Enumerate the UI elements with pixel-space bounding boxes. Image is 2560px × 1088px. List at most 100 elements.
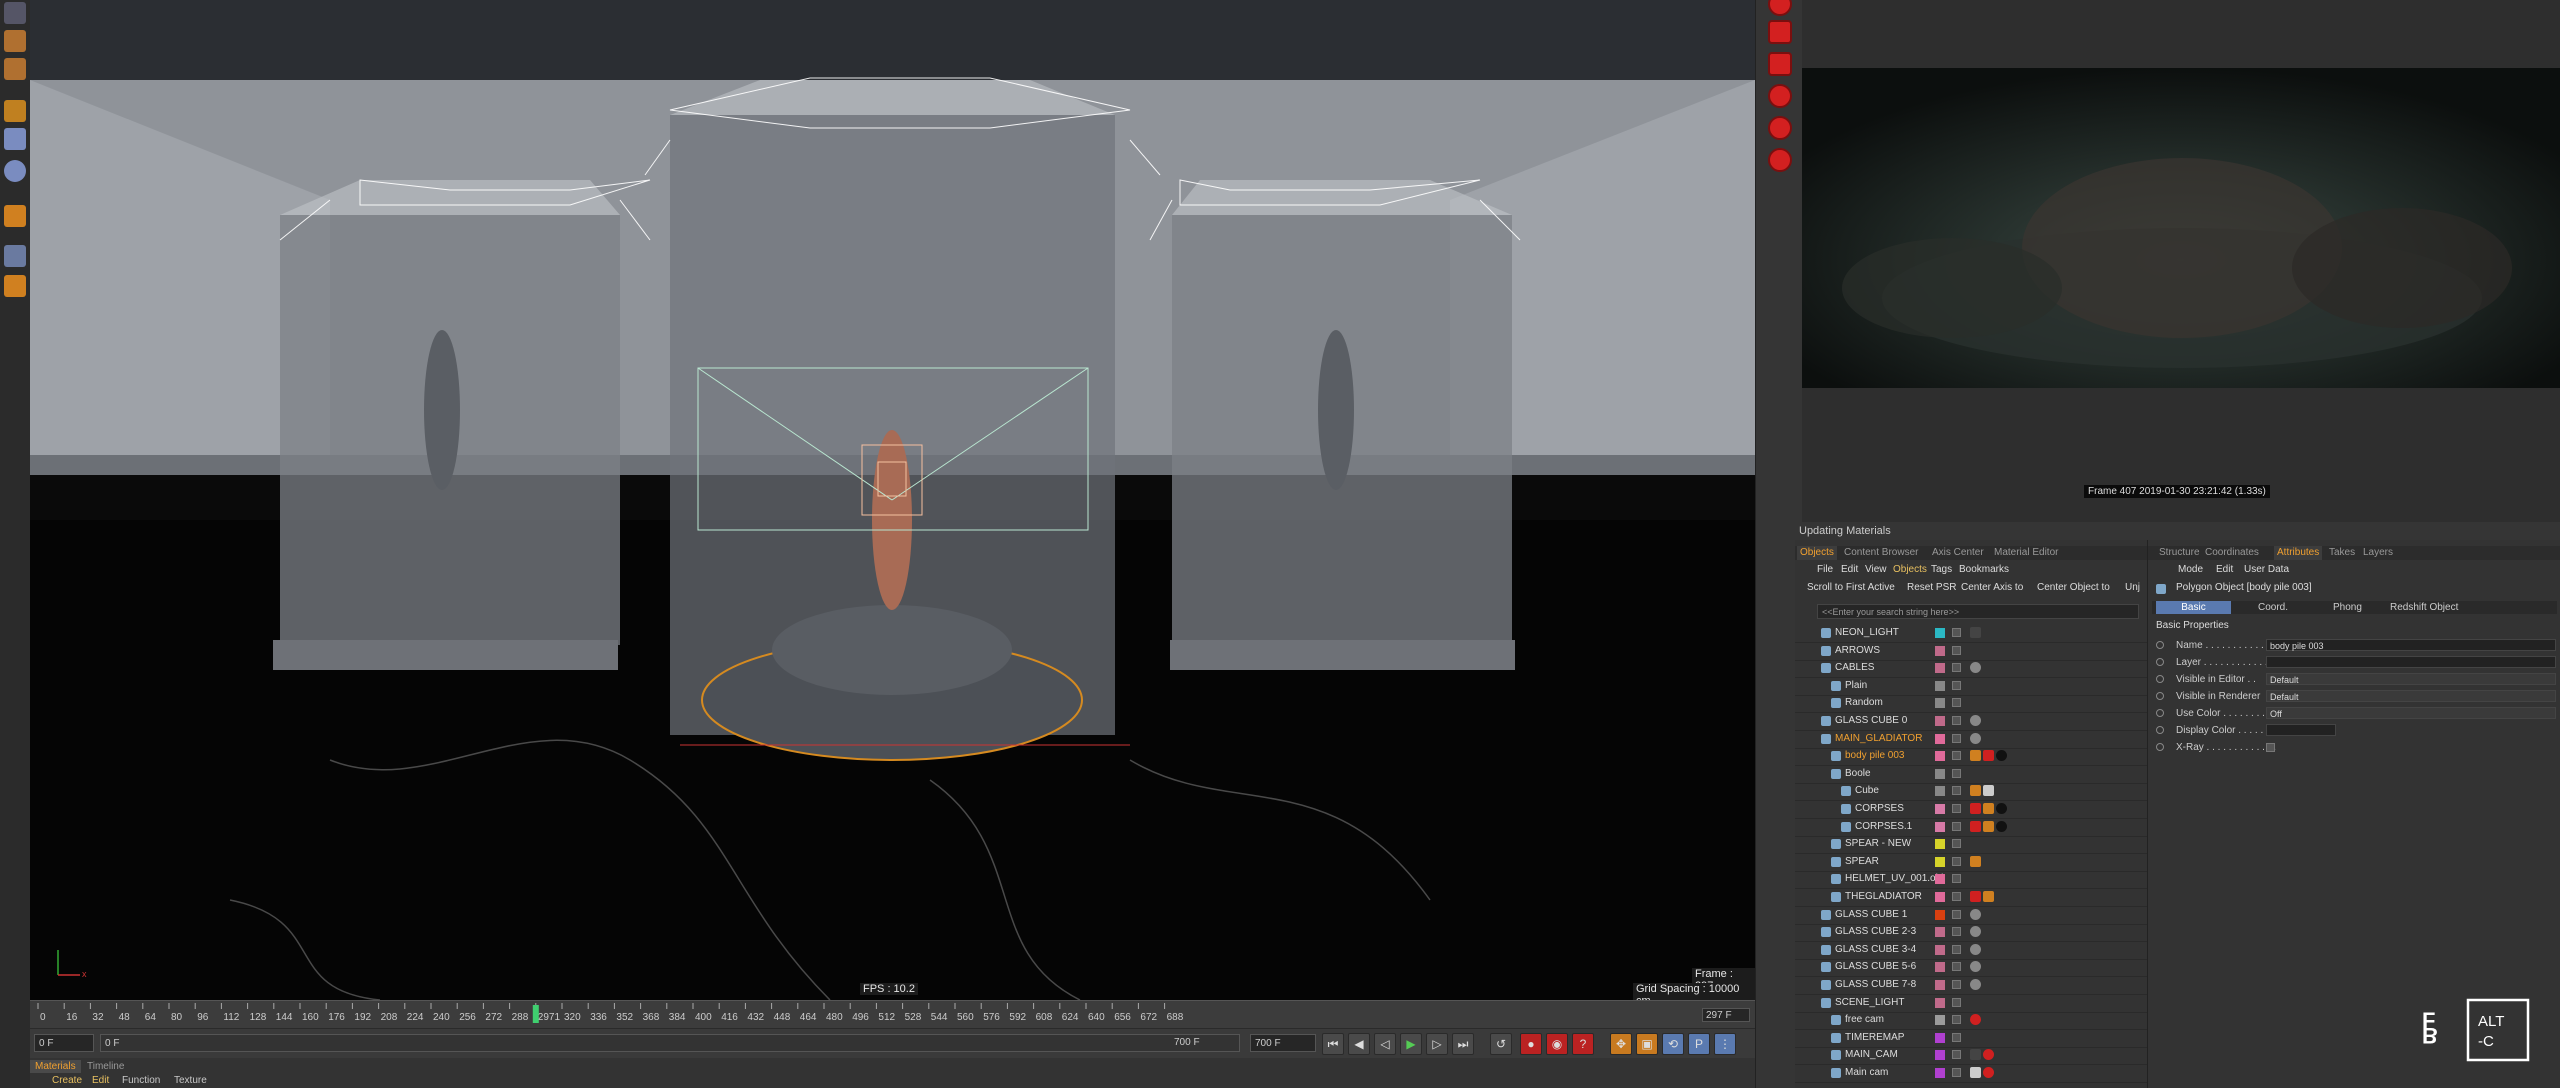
tag-icon[interactable] — [1970, 820, 1981, 832]
tag-icon[interactable] — [1970, 961, 1981, 973]
subtab-redshift[interactable]: Redshift Object — [2390, 601, 2458, 614]
render-light-icon[interactable] — [1768, 116, 1792, 140]
menu-create[interactable]: Create — [52, 1075, 82, 1086]
current-frame-field[interactable]: 297 F — [1702, 1008, 1750, 1022]
visibility-toggle[interactable] — [1952, 628, 1961, 637]
playhead[interactable] — [532, 1005, 539, 1023]
reset-psr-button[interactable]: Reset PSR — [1907, 582, 1956, 593]
tag-icon[interactable] — [1996, 750, 2007, 762]
tag-icon[interactable] — [1970, 1014, 1981, 1026]
visibility-toggle[interactable] — [1952, 874, 1961, 884]
tab-attributes[interactable]: Attributes — [2274, 546, 2323, 560]
tag-icon[interactable] — [1970, 627, 1981, 638]
tag-icon[interactable] — [1970, 785, 1981, 797]
tag-icon[interactable] — [1983, 1049, 1994, 1061]
timeline-ruler[interactable]: 0 16 32 48 64 80 96 112 128 144 160 176 192 208 224 240… — [30, 1000, 1755, 1029]
layer-color-swatch[interactable] — [1935, 1068, 1945, 1078]
layer-color-swatch[interactable] — [1935, 944, 1945, 955]
visibility-toggle[interactable] — [1952, 962, 1961, 972]
tag-icon[interactable] — [1970, 803, 1981, 814]
xray-checkbox[interactable] — [2266, 743, 2275, 752]
menu-edit-attr[interactable]: Edit — [2216, 564, 2233, 575]
param-key-button[interactable]: P — [1688, 1033, 1710, 1055]
layer-color-swatch[interactable] — [1935, 786, 1945, 797]
layer-color-swatch[interactable] — [1935, 716, 1945, 726]
spiral-tool-icon[interactable] — [4, 275, 26, 297]
tag-icon[interactable] — [1970, 891, 1981, 902]
tab-layers[interactable]: Layers — [2360, 546, 2396, 560]
tag-icon[interactable] — [1983, 803, 1994, 814]
object-row[interactable]: SPEAR - NEW — [1795, 836, 2147, 855]
center-object-button[interactable]: Center Object to — [2037, 582, 2110, 593]
visibility-toggle[interactable] — [1952, 698, 1961, 708]
scale-key-button[interactable]: ▣ — [1636, 1033, 1658, 1055]
layer-color-swatch[interactable] — [1935, 892, 1945, 902]
menu-tags[interactable]: Tags — [1931, 564, 1952, 575]
render-view-icon[interactable] — [1768, 20, 1792, 44]
visibility-toggle[interactable] — [1952, 892, 1961, 901]
prev-key-button[interactable]: ◀ — [1348, 1033, 1370, 1055]
attribute-value-field[interactable] — [2266, 724, 2336, 736]
play-back-button[interactable]: ◁ — [1374, 1033, 1396, 1055]
layer-color-swatch[interactable] — [1935, 874, 1945, 885]
cube-tool-icon[interactable] — [4, 2, 26, 24]
layer-color-swatch[interactable] — [1935, 628, 1945, 638]
visibility-toggle[interactable] — [1952, 768, 1961, 778]
menu-objects[interactable]: Objects — [1893, 564, 1927, 575]
axis-tool-icon[interactable] — [4, 100, 26, 122]
tag-icon[interactable] — [1983, 891, 1994, 902]
layer-color-swatch[interactable] — [1935, 1032, 1945, 1043]
object-row[interactable]: SPEAR — [1795, 854, 2147, 872]
go-to-start-button[interactable]: ⏮ — [1322, 1033, 1344, 1055]
layer-color-swatch[interactable] — [1935, 768, 1945, 779]
object-row[interactable]: GLASS CUBE 0 — [1795, 713, 2147, 731]
tag-icon[interactable] — [1983, 785, 1994, 797]
menu-file[interactable]: File — [1817, 564, 1833, 575]
tab-coordinates[interactable]: Coordinates — [2202, 546, 2262, 560]
magnet-tool-icon[interactable] — [4, 160, 26, 182]
visibility-toggle[interactable] — [1952, 821, 1961, 831]
visibility-toggle[interactable] — [1952, 944, 1961, 954]
visibility-toggle[interactable] — [1952, 997, 1961, 1007]
next-key-button[interactable]: ▷ — [1426, 1033, 1448, 1055]
layer-color-swatch[interactable] — [1935, 997, 1945, 1008]
tab-takes[interactable]: Takes — [2326, 546, 2358, 560]
animate-radio[interactable] — [2156, 675, 2164, 683]
layer-color-swatch[interactable] — [1935, 751, 1945, 762]
tag-icon[interactable] — [1970, 908, 1981, 920]
tag-icon[interactable] — [1996, 820, 2007, 832]
menu-edit[interactable]: Edit — [1841, 564, 1858, 575]
pla-key-button[interactable]: ⋮ — [1714, 1033, 1736, 1055]
tab-axis-center[interactable]: Axis Center — [1929, 546, 1987, 560]
tab-materials[interactable]: Materials — [30, 1060, 81, 1073]
visibility-toggle[interactable] — [1952, 733, 1961, 743]
end-frame-field[interactable]: 700 F — [1250, 1034, 1316, 1052]
visibility-toggle[interactable] — [1952, 786, 1961, 796]
object-row[interactable]: GLASS CUBE 5-6 — [1795, 959, 2147, 978]
attribute-value-field[interactable]: Default — [2266, 690, 2556, 702]
object-row[interactable]: Random — [1795, 695, 2147, 714]
object-row[interactable]: NEON_LIGHT — [1795, 625, 2147, 643]
tag-icon[interactable] — [1970, 979, 1981, 990]
object-row[interactable]: body pile 003 — [1795, 748, 2147, 767]
layer-color-swatch[interactable] — [1935, 962, 1945, 973]
start-frame-field[interactable]: 0 F — [34, 1034, 94, 1052]
layer-color-swatch[interactable] — [1935, 1050, 1945, 1061]
visibility-toggle[interactable] — [1952, 1050, 1961, 1060]
play-button[interactable]: ▶ — [1400, 1033, 1422, 1055]
tab-structure[interactable]: Structure — [2156, 546, 2203, 560]
render-settings-icon[interactable] — [1768, 84, 1792, 108]
tag-icon[interactable] — [1970, 943, 1981, 955]
menu-user-data[interactable]: User Data — [2244, 564, 2289, 575]
layer-color-swatch[interactable] — [1935, 856, 1945, 867]
range-slider[interactable]: 0 F — [100, 1034, 1240, 1052]
object-row[interactable]: MAIN_CAM — [1795, 1047, 2147, 1066]
object-row[interactable]: Boole — [1795, 766, 2147, 784]
visibility-toggle[interactable] — [1952, 663, 1961, 673]
tab-objects[interactable]: Objects — [1797, 546, 1837, 560]
object-row[interactable]: CABLES — [1795, 660, 2147, 679]
scroll-to-first-active-button[interactable]: Scroll to First Active — [1807, 582, 1895, 593]
tag-icon[interactable] — [1996, 803, 2007, 814]
layer-color-swatch[interactable] — [1935, 909, 1945, 920]
render-stop-icon[interactable] — [1768, 148, 1792, 172]
